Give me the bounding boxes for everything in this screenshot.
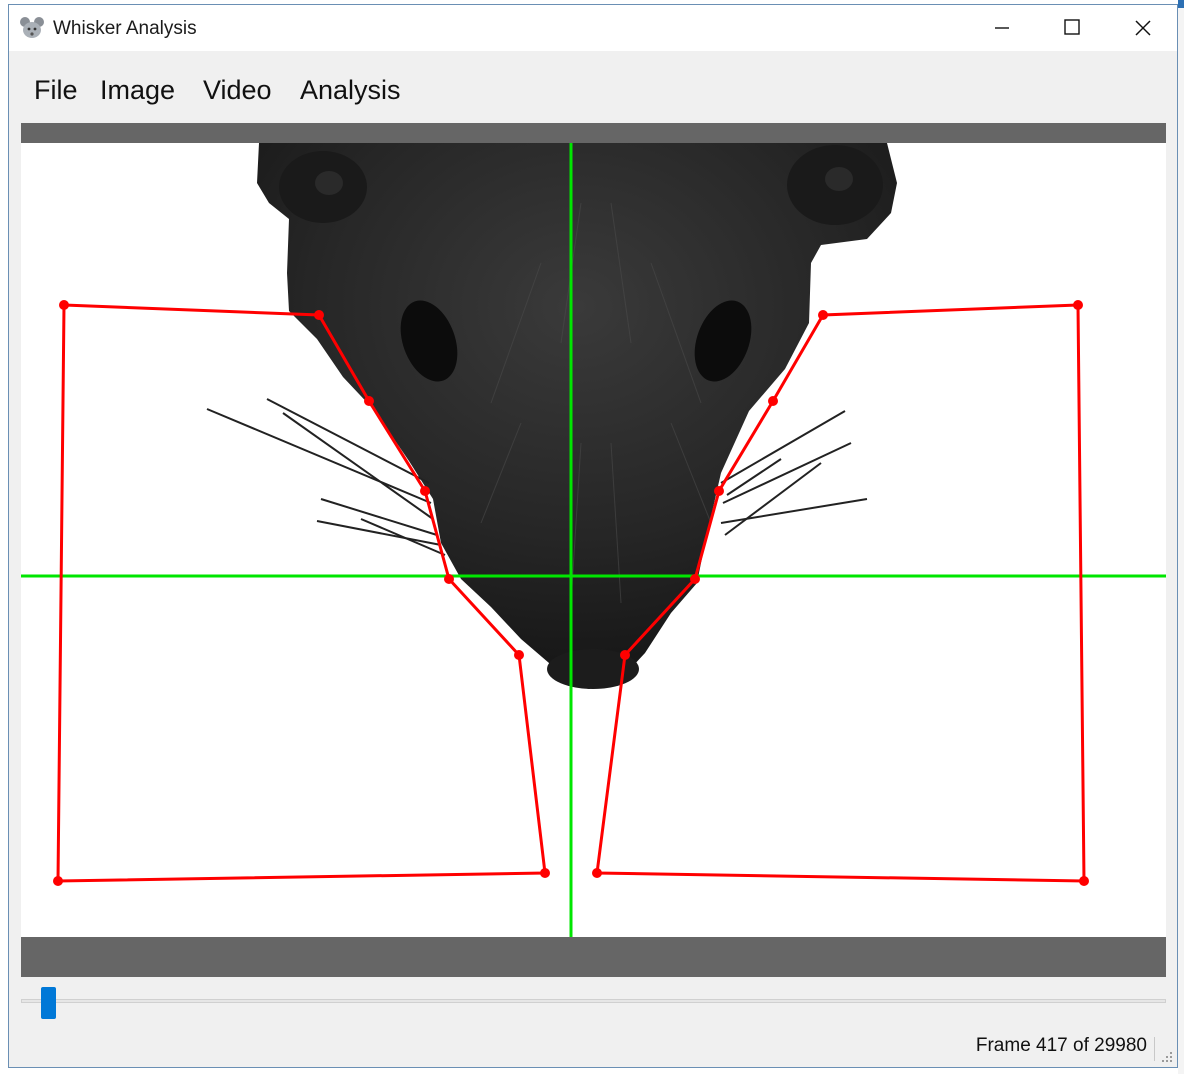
mouse-head-image: [257, 143, 897, 689]
minimize-icon: [995, 27, 1009, 29]
resize-grip-icon[interactable]: [1161, 1051, 1173, 1063]
roi-handle[interactable]: [1073, 300, 1083, 310]
background-window-accent: [1178, 0, 1184, 8]
roi-handle[interactable]: [620, 650, 630, 660]
menu-video[interactable]: Video: [203, 75, 272, 106]
roi-handle[interactable]: [59, 300, 69, 310]
mouse-icon: [20, 17, 44, 38]
close-button[interactable]: [1107, 5, 1177, 51]
maximize-icon: [1064, 19, 1080, 35]
app-window: Whisker Analysis File Image Video Analys…: [8, 4, 1178, 1068]
frame-status: Frame 417 of 29980: [975, 1035, 1147, 1056]
minimize-button[interactable]: [967, 5, 1037, 51]
image-canvas[interactable]: [21, 143, 1166, 937]
window-title: Whisker Analysis: [53, 18, 197, 39]
menu-file[interactable]: File: [34, 75, 78, 106]
roi-handle[interactable]: [514, 650, 524, 660]
roi-handle[interactable]: [420, 486, 430, 496]
roi-handle[interactable]: [540, 868, 550, 878]
background-window-edge: [1178, 0, 1184, 1074]
maximize-button[interactable]: [1037, 5, 1107, 51]
roi-handle[interactable]: [314, 310, 324, 320]
slider-track[interactable]: [21, 999, 1166, 1003]
roi-handle[interactable]: [1079, 876, 1089, 886]
slider-thumb[interactable]: [40, 987, 56, 1019]
roi-handle[interactable]: [592, 868, 602, 878]
roi-handle[interactable]: [364, 396, 374, 406]
menu-bar: File Image Video Analysis: [9, 55, 1177, 119]
frame-image: [21, 143, 1166, 937]
status-divider: [1154, 1037, 1155, 1061]
image-viewport: [21, 123, 1166, 977]
roi-handle[interactable]: [818, 310, 828, 320]
close-icon: [1135, 20, 1151, 36]
roi-handle[interactable]: [53, 876, 63, 886]
frame-slider[interactable]: [21, 985, 1166, 1019]
roi-handle[interactable]: [768, 396, 778, 406]
title-bar[interactable]: Whisker Analysis: [9, 5, 1177, 51]
roi-handle[interactable]: [690, 574, 700, 584]
roi-handle[interactable]: [444, 574, 454, 584]
menu-image[interactable]: Image: [100, 75, 175, 106]
roi-handle[interactable]: [714, 486, 724, 496]
menu-analysis[interactable]: Analysis: [300, 75, 401, 106]
